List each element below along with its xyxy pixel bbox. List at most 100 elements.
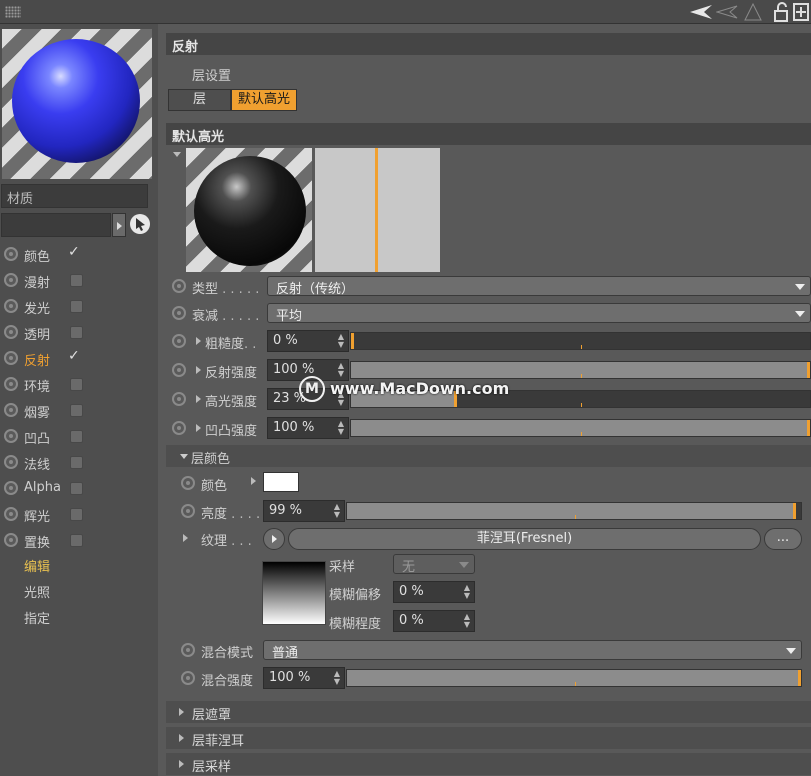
channel-item[interactable]: 辉光 [0, 501, 158, 527]
type-anim-radio[interactable] [172, 279, 186, 293]
blur-offset-input[interactable]: 0 % ▲ ▼ [393, 581, 475, 603]
channel-anim-radio[interactable] [4, 273, 18, 287]
channel-anim-radio[interactable] [4, 507, 18, 521]
falloff-dropdown[interactable]: 平均 [267, 303, 811, 324]
blend-strength-anim-radio[interactable] [181, 671, 195, 685]
brightness-anim-radio[interactable] [181, 504, 195, 518]
channel-anim-radio[interactable] [4, 247, 18, 261]
blend-mode-anim-radio[interactable] [181, 643, 195, 657]
spinner-icon[interactable]: ▲ ▼ [338, 362, 344, 378]
layer-mask-section[interactable]: 层遮罩 [166, 701, 811, 723]
texture-expand-icon[interactable] [183, 534, 188, 542]
triangle-up-icon[interactable] [744, 3, 762, 21]
spinner-icon[interactable]: ▲ ▼ [464, 613, 470, 629]
sampling-dropdown[interactable]: 无 [393, 554, 475, 575]
channel-item[interactable]: 凹凸 [0, 423, 158, 449]
refl-strength-expand-icon[interactable] [196, 366, 201, 374]
cursor-pick-icon[interactable] [130, 214, 150, 234]
spec-strength-anim-radio[interactable] [172, 392, 186, 406]
tab-layer[interactable]: 层 [168, 89, 231, 111]
channel-item[interactable]: 烟雾 [0, 397, 158, 423]
bump-strength-slider[interactable] [350, 419, 811, 437]
roughness-slider[interactable] [350, 332, 811, 350]
illumination-link[interactable]: 光照 [24, 582, 50, 601]
spinner-icon[interactable]: ▲ ▼ [334, 503, 340, 519]
color-anim-radio[interactable] [181, 476, 195, 490]
blur-degree-input[interactable]: 0 % ▲ ▼ [393, 610, 475, 632]
channel-checkbox[interactable] [70, 326, 83, 339]
material-preview[interactable] [2, 29, 152, 179]
channel-checkbox[interactable] [70, 534, 83, 547]
brightness-slider[interactable] [346, 502, 802, 520]
channel-anim-radio[interactable] [4, 481, 18, 495]
material-search-field[interactable] [1, 213, 111, 237]
channel-anim-radio[interactable] [4, 429, 18, 443]
bump-strength-anim-radio[interactable] [172, 421, 186, 435]
channel-anim-radio[interactable] [4, 299, 18, 313]
channel-item[interactable]: 置换 [0, 527, 158, 553]
channel-checkbox[interactable] [70, 274, 83, 287]
channel-checkbox[interactable] [70, 404, 83, 417]
spec-strength-expand-icon[interactable] [196, 395, 201, 403]
arrow-left-outline-icon[interactable] [716, 5, 738, 19]
brightness-input[interactable]: 99 % ▲ ▼ [263, 500, 345, 522]
roughness-anim-radio[interactable] [172, 334, 186, 348]
channel-anim-radio[interactable] [4, 377, 18, 391]
assign-link[interactable]: 指定 [24, 608, 50, 627]
roughness-input[interactable]: 0 % ▲ ▼ [267, 330, 349, 352]
channel-item[interactable]: 颜色 ✓ [0, 241, 158, 267]
layer-color-section[interactable]: 层颜色 [166, 445, 811, 467]
spinner-icon[interactable]: ▲ ▼ [338, 420, 344, 436]
grip-icon[interactable] [5, 6, 21, 18]
channel-checkbox[interactable] [70, 456, 83, 469]
channel-anim-radio[interactable] [4, 325, 18, 339]
roughness-expand-icon[interactable] [196, 337, 201, 345]
bump-strength-expand-icon[interactable] [196, 424, 201, 432]
channel-anim-radio[interactable] [4, 351, 18, 365]
lock-icon[interactable] [773, 2, 789, 22]
channel-item[interactable]: 反射 ✓ [0, 345, 158, 371]
collapse-arrow-icon[interactable] [173, 152, 181, 157]
check-icon[interactable]: ✓ [68, 348, 81, 364]
channel-anim-radio[interactable] [4, 455, 18, 469]
specular-preview[interactable] [186, 148, 312, 272]
tab-default-specular[interactable]: 默认高光 [231, 89, 297, 111]
channel-item[interactable]: 漫射 [0, 267, 158, 293]
texture-arrow-button[interactable] [263, 528, 285, 550]
color-swatch[interactable] [263, 472, 299, 492]
channel-item[interactable]: 透明 [0, 319, 158, 345]
blend-strength-input[interactable]: 100 % ▲ ▼ [263, 667, 345, 689]
check-icon[interactable]: ✓ [68, 244, 81, 260]
refl-strength-anim-radio[interactable] [172, 363, 186, 377]
type-dropdown[interactable]: 反射（传统） [267, 276, 811, 297]
refl-strength-slider[interactable] [350, 361, 811, 379]
channel-item[interactable]: 法线 [0, 449, 158, 475]
blend-mode-dropdown[interactable]: 普通 [263, 640, 802, 661]
fresnel-shader-button[interactable]: 菲涅耳(Fresnel) [288, 528, 761, 550]
channel-item[interactable]: 环境 [0, 371, 158, 397]
channel-anim-radio[interactable] [4, 533, 18, 547]
arrow-left-icon[interactable] [690, 5, 712, 19]
color-expand-icon[interactable] [251, 477, 256, 485]
spinner-icon[interactable]: ▲ ▼ [334, 670, 340, 686]
layer-fresnel-section[interactable]: 层菲涅耳 [166, 727, 811, 749]
channel-item[interactable]: 发光 [0, 293, 158, 319]
channel-checkbox[interactable] [70, 508, 83, 521]
channel-item[interactable]: Alpha [0, 475, 158, 501]
add-panel-icon[interactable] [793, 3, 809, 21]
blend-strength-slider[interactable] [346, 669, 802, 687]
texture-more-button[interactable]: ... [764, 528, 802, 550]
spinner-icon[interactable]: ▲ ▼ [338, 333, 344, 349]
channel-anim-radio[interactable] [4, 403, 18, 417]
edit-link[interactable]: 编辑 [24, 556, 50, 575]
material-name-field[interactable]: 材质 [1, 184, 148, 208]
channel-checkbox[interactable] [70, 300, 83, 313]
spinner-icon[interactable]: ▲ ▼ [464, 584, 470, 600]
layer-sampling-section[interactable]: 层采样 [166, 753, 811, 775]
play-small-button[interactable] [112, 213, 126, 237]
falloff-anim-radio[interactable] [172, 306, 186, 320]
bump-strength-input[interactable]: 100 % ▲ ▼ [267, 417, 349, 439]
channel-checkbox[interactable] [70, 378, 83, 391]
channel-checkbox[interactable] [70, 482, 83, 495]
channel-checkbox[interactable] [70, 430, 83, 443]
